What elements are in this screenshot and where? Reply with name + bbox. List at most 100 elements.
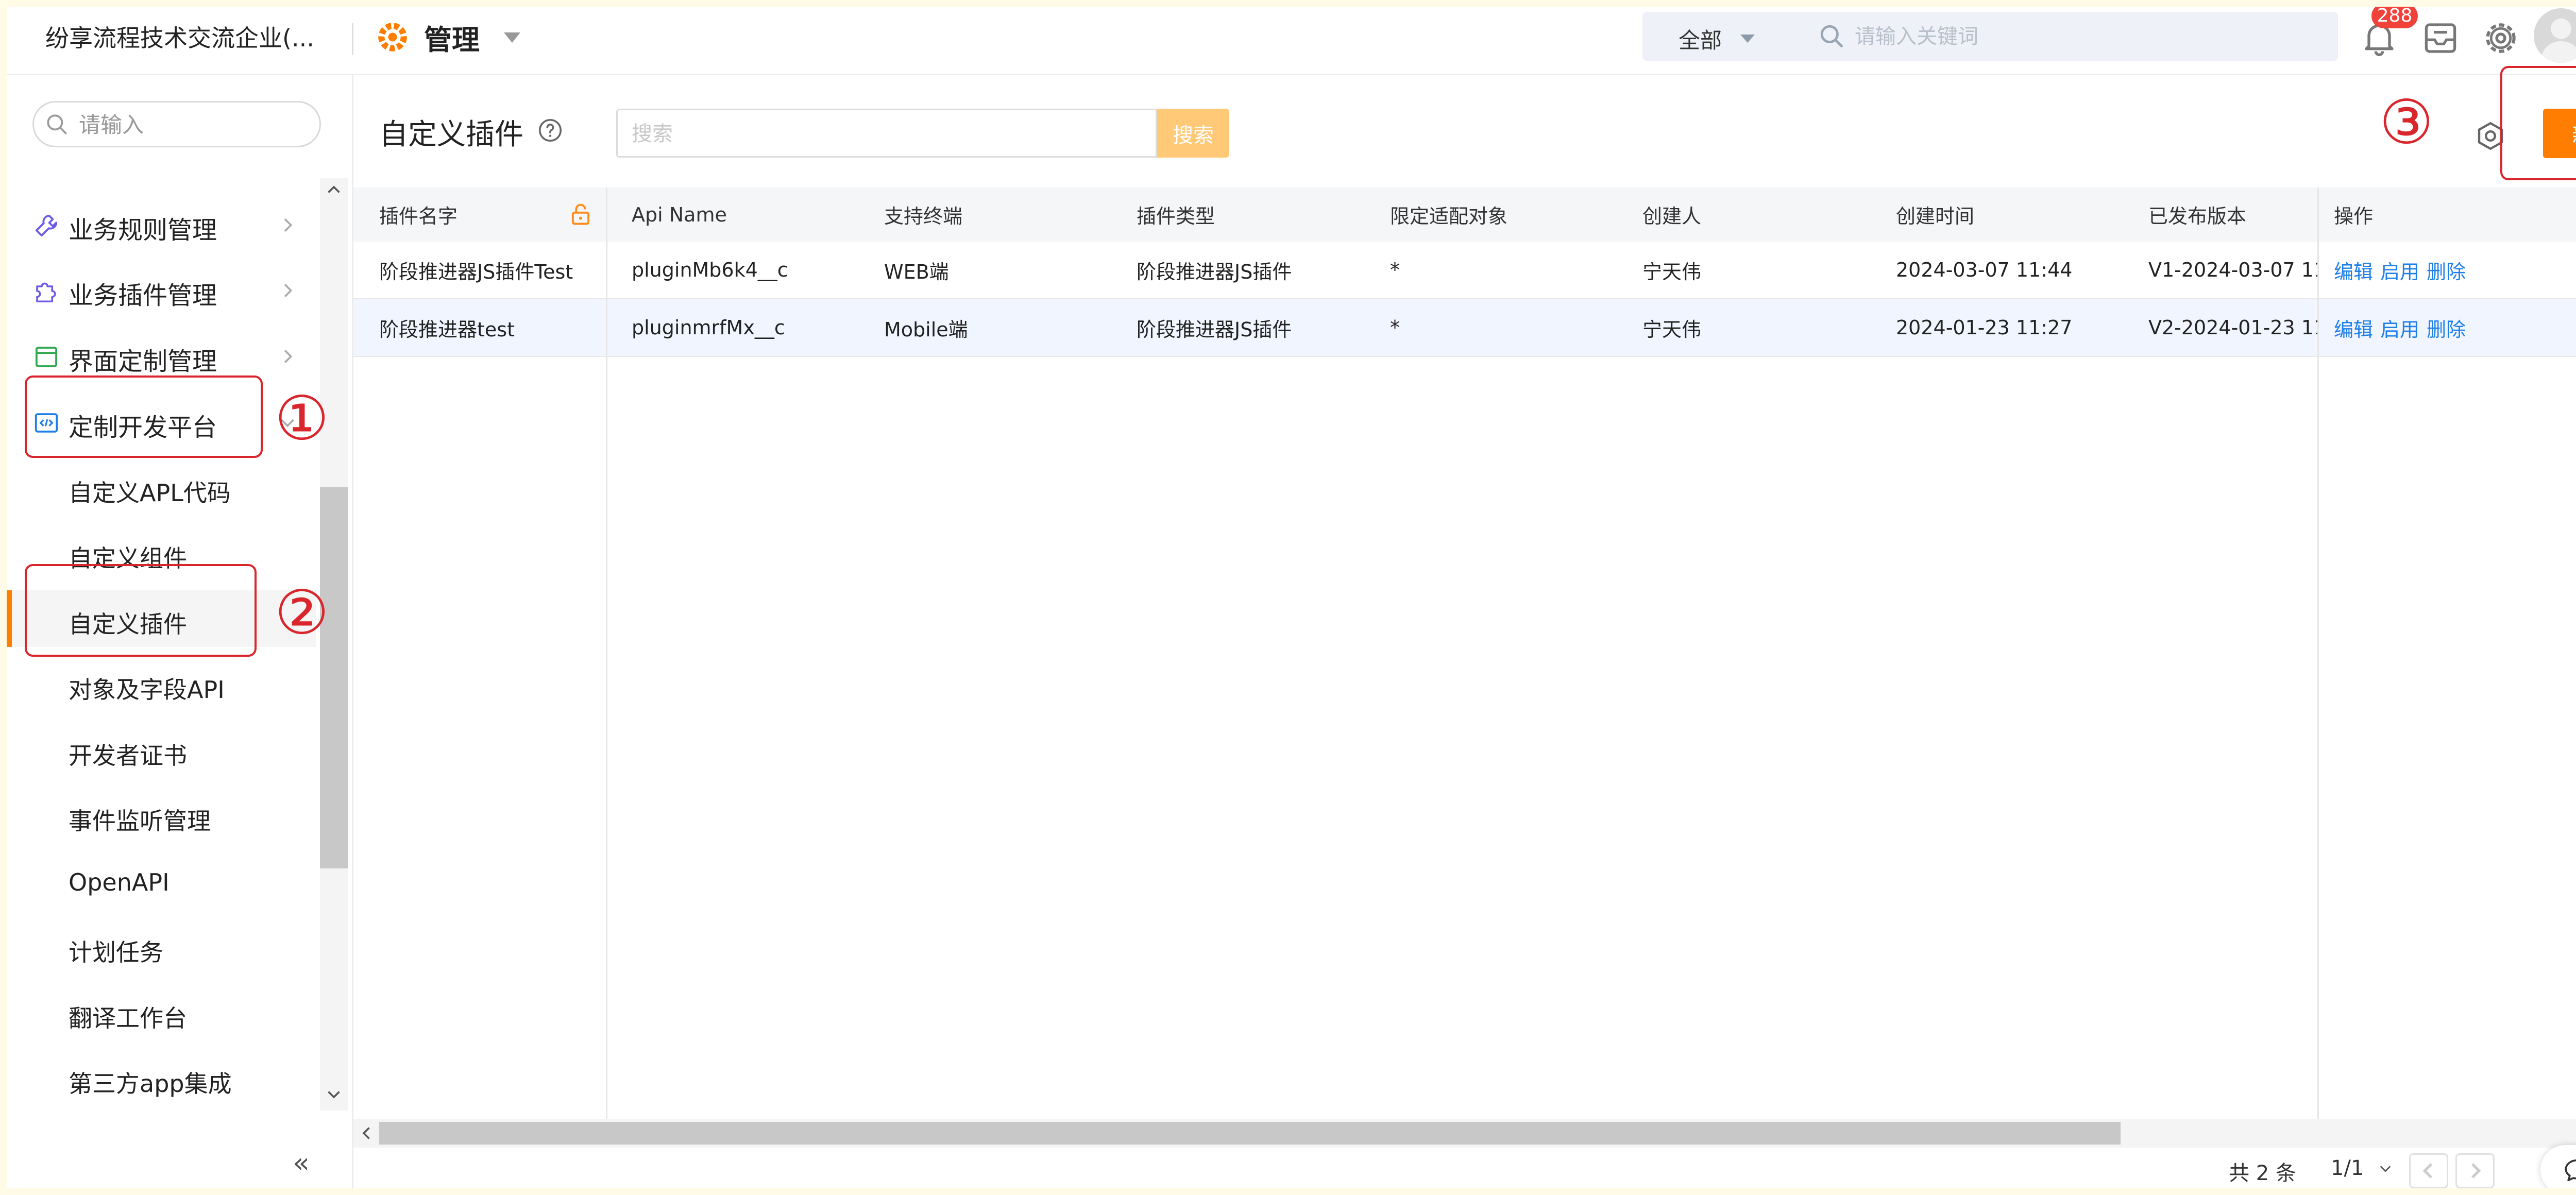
sidebar-item-label: 计划任务 [69, 938, 163, 966]
table-scroll-thumb[interactable] [379, 1122, 2121, 1145]
edit-link[interactable]: 编辑 [2334, 314, 2373, 342]
callout-number-3: ③ [2379, 87, 2434, 158]
prev-page-button[interactable] [2409, 1153, 2448, 1188]
sidebar-item-label: 事件监听管理 [69, 807, 211, 835]
top-header: 纷享流程技术交流企业(... 管理 全部 288 [7, 7, 2576, 75]
avatar[interactable] [2534, 8, 2576, 63]
sidebar-item-label: 开发者证书 [69, 742, 187, 770]
column-header-actions: 操作 [2334, 205, 2374, 228]
active-indicator [7, 590, 12, 647]
app-window: 纷享流程技术交流企业(... 管理 全部 288 [7, 7, 2576, 1188]
chevron-down-icon[interactable] [504, 32, 520, 43]
sidebar-scroll-thumb[interactable] [320, 487, 348, 868]
sidebar-item-label: OpenAPI [69, 868, 170, 896]
cell-actions: 编辑 启用 删除 [2317, 299, 2576, 356]
edit-link[interactable]: 编辑 [2334, 256, 2373, 284]
column-header-plugin-type[interactable]: 插件类型 [1111, 187, 1364, 242]
plugin-search-field [616, 109, 1157, 158]
enable-link[interactable]: 启用 [2380, 256, 2419, 284]
app-title[interactable]: 管理 [424, 17, 480, 58]
column-header-target-object[interactable]: 限定适配对象 [1364, 187, 1617, 242]
sidebar-item-scheduled-tasks[interactable]: 计划任务 [7, 918, 316, 975]
chevron-right-icon [284, 218, 293, 232]
sidebar-item-label: 第三方app集成 [69, 1070, 232, 1098]
help-icon[interactable] [536, 116, 564, 144]
cell-creator: 宁天伟 [1642, 318, 1702, 341]
callout-box-1 [25, 375, 263, 458]
enable-link[interactable]: 启用 [2380, 314, 2419, 342]
sidebar-item-label: 界面定制管理 [69, 347, 217, 376]
search-icon [47, 114, 67, 134]
cell-actions: 编辑 启用 删除 [2317, 242, 2576, 298]
lock-icon[interactable] [567, 198, 594, 230]
collapse-sidebar-icon[interactable]: « [293, 1147, 310, 1179]
user-avatar-icon [2540, 18, 2576, 63]
chevron-right-icon [284, 284, 293, 297]
sidebar-item-event-listeners[interactable]: 事件监听管理 [7, 787, 316, 844]
chevron-left-icon[interactable] [358, 1124, 376, 1142]
sidebar-item-label: 业务规则管理 [69, 216, 217, 245]
cell-published-version: V2-2024-01-23 11:3 [2148, 316, 2317, 339]
company-name[interactable]: 纷享流程技术交流企业(... [45, 20, 314, 54]
column-header-created-time[interactable]: 创建时间 [1870, 187, 2123, 242]
callout-box-2 [25, 564, 257, 657]
sidebar-item-label: 自定义APL代码 [69, 479, 231, 507]
chevron-down-icon[interactable] [2378, 1164, 2393, 1174]
sidebar-item-custom-apl-code[interactable]: 自定义APL代码 [7, 459, 316, 516]
sidebar-item-business-rules[interactable]: 业务规则管理 [7, 196, 316, 253]
wrench-icon [35, 214, 58, 237]
cell-creator: 宁天伟 [1642, 260, 1702, 283]
column-divider [606, 187, 607, 1119]
callout-box-3 [2500, 66, 2576, 180]
gear-icon[interactable] [2480, 17, 2522, 59]
chat-button[interactable]: 企信 [2540, 1145, 2576, 1188]
search-button[interactable]: 搜索 [1157, 109, 1229, 158]
sidebar-item-openapi[interactable]: OpenAPI [7, 853, 316, 910]
column-header-creator[interactable]: 创建人 [1617, 187, 1870, 242]
delete-link[interactable]: 删除 [2427, 314, 2466, 342]
table-horizontal-scrollbar[interactable] [353, 1119, 2576, 1148]
gear-logo-icon [378, 23, 407, 52]
cell-api-name: pluginMb6k4__c [632, 259, 788, 281]
cell-target-object: * [1390, 259, 1400, 281]
plugin-search-input[interactable] [631, 118, 1143, 150]
cell-plugin-name: 阶段推进器JS插件Test [379, 260, 573, 283]
sidebar-item-developer-certificate[interactable]: 开发者证书 [7, 722, 316, 778]
column-header-api-name[interactable]: Api Name [606, 187, 858, 242]
puzzle-icon [36, 282, 56, 303]
sidebar-search-input[interactable] [78, 109, 312, 141]
sidebar-search [32, 101, 321, 147]
search-icon [1820, 25, 1843, 47]
global-search-input[interactable] [1854, 19, 2319, 54]
sidebar-item-object-field-api[interactable]: 对象及字段API [7, 656, 316, 712]
sidebar-item-translation-workbench[interactable]: 翻译工作台 [7, 984, 316, 1041]
cell-api-name: pluginmrfMx__c [632, 316, 785, 339]
chevron-up-icon[interactable] [325, 181, 343, 199]
cell-plugin-type: 阶段推进器JS插件 [1137, 260, 1292, 283]
table-row[interactable]: 阶段推进器test pluginmrfMx__c Mobile端 阶段推进器JS… [353, 299, 2576, 357]
next-page-button[interactable] [2455, 1153, 2495, 1188]
search-scope-select[interactable]: 全部 [1679, 23, 1722, 55]
page-select[interactable]: 1/1 [2331, 1156, 2364, 1180]
cell-created-time: 2024-01-23 11:27 [1896, 316, 2073, 339]
column-header-published-version[interactable]: 已发布版本 [2123, 187, 2317, 242]
sidebar-item-business-plugins[interactable]: 业务插件管理 [7, 262, 316, 318]
window-icon [35, 347, 58, 367]
delete-link[interactable]: 删除 [2427, 256, 2466, 284]
table-row[interactable]: 阶段推进器JS插件Test pluginMb6k4__c WEB端 阶段推进器J… [353, 242, 2576, 299]
chevron-down-icon[interactable] [325, 1085, 343, 1103]
column-divider [2317, 187, 2319, 1119]
page-title: 自定义插件 [379, 118, 523, 151]
cell-target-object: * [1390, 316, 1400, 339]
cell-created-time: 2024-03-07 11:44 [1896, 259, 2073, 281]
column-header-terminal[interactable]: 支持终端 [858, 187, 1111, 242]
chat-bubble-icon [2565, 1159, 2576, 1182]
sidebar-item-label: 对象及字段API [69, 676, 225, 704]
cell-plugin-name: 阶段推进器test [379, 318, 515, 341]
chevron-right-icon [2471, 1163, 2481, 1179]
sidebar-item-third-party-apps[interactable]: 第三方app集成 [7, 1050, 316, 1106]
header-divider [352, 23, 353, 55]
callout-number-1: ① [275, 383, 329, 454]
inbox-icon[interactable] [2420, 18, 2461, 58]
chevron-down-icon[interactable] [1740, 35, 1755, 43]
